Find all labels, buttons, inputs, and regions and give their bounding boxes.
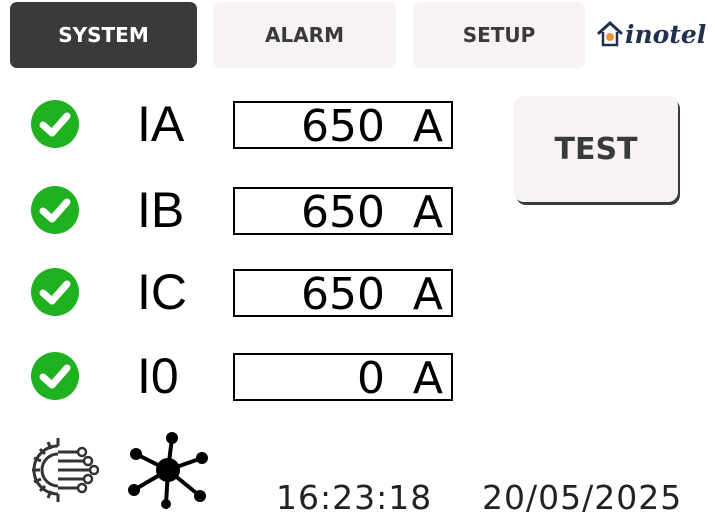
gear-circuit-icon[interactable] (18, 430, 108, 510)
current-label: IA (137, 96, 185, 152)
check-circle-icon (31, 268, 79, 316)
current-value: 650 (301, 101, 385, 152)
check-circle-icon (31, 352, 79, 400)
current-row-i0: I0 0 A (0, 346, 470, 406)
current-value-box: 650 A (233, 269, 453, 320)
current-value-box: 0 A (233, 353, 453, 404)
current-label: IB (137, 182, 185, 238)
logo-text: inotel (625, 19, 707, 49)
test-button[interactable]: TEST (514, 96, 678, 202)
inotel-logo: inotel (597, 12, 715, 56)
check-circle-icon (31, 186, 79, 234)
current-row-ib: IB 650 A (0, 180, 470, 240)
current-value-box: 650 A (233, 187, 453, 238)
current-unit: A (412, 101, 443, 152)
network-hub-icon[interactable] (122, 430, 212, 510)
current-value: 0 (357, 353, 385, 404)
current-value: 650 (301, 187, 385, 238)
current-unit: A (412, 269, 443, 320)
clock-date: 20/05/2025 (482, 478, 683, 517)
current-row-ic: IC 650 A (0, 262, 470, 322)
current-label: IC (137, 264, 187, 320)
tab-system[interactable]: SYSTEM (10, 2, 197, 68)
tab-alarm[interactable]: ALARM (213, 2, 396, 68)
current-unit: A (412, 353, 443, 404)
house-logo-icon (597, 20, 623, 47)
tab-setup[interactable]: SETUP (413, 2, 585, 68)
current-unit: A (412, 187, 443, 238)
current-label: I0 (137, 348, 179, 404)
clock-time: 16:23:18 (276, 478, 433, 517)
current-row-ia: IA 650 A (0, 94, 470, 154)
current-value: 650 (301, 269, 385, 320)
check-circle-icon (31, 100, 79, 148)
current-value-box: 650 A (233, 101, 453, 152)
